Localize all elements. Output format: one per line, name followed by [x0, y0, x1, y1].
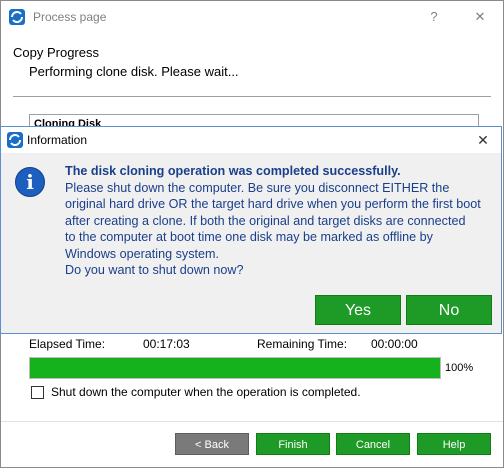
- dialog-message-line: after creating a clone. If both the orig…: [65, 213, 466, 228]
- shutdown-checkbox-label[interactable]: Shut down the computer when the operatio…: [51, 385, 361, 399]
- help-button[interactable]: Help: [417, 433, 491, 455]
- dialog-message-line: Please shut down the computer. Be sure y…: [65, 180, 450, 195]
- app-logo-icon: [7, 132, 23, 148]
- cancel-button[interactable]: Cancel: [336, 433, 410, 455]
- dialog-message-line: original hard drive OR the target hard d…: [65, 197, 481, 211]
- dialog-headline: The disk cloning operation was completed…: [65, 164, 401, 178]
- close-icon[interactable]: ✕: [457, 1, 503, 32]
- yes-button[interactable]: Yes: [315, 295, 401, 325]
- divider: [13, 96, 491, 97]
- dialog-title: Information: [27, 133, 88, 147]
- progress-fill: [30, 358, 440, 378]
- app-logo-icon: [9, 9, 25, 25]
- dialog-title-bar[interactable]: Information ✕: [1, 127, 501, 153]
- title-bar[interactable]: Process page ? ✕: [1, 1, 503, 32]
- no-button[interactable]: No: [406, 295, 492, 325]
- help-icon[interactable]: ?: [411, 1, 457, 32]
- shutdown-checkbox[interactable]: [31, 386, 44, 399]
- elapsed-time-label: Elapsed Time:: [29, 337, 106, 351]
- elapsed-time-value: 00:17:03: [143, 337, 190, 351]
- close-icon[interactable]: ✕: [465, 127, 501, 153]
- dialog-message: The disk cloning operation was completed…: [65, 163, 495, 279]
- progress-bar: [29, 357, 441, 379]
- dialog-question: Do you want to shut down now?: [65, 263, 244, 277]
- section-title: Copy Progress: [13, 45, 99, 60]
- window-title: Process page: [33, 10, 107, 24]
- remaining-time-value: 00:00:00: [371, 337, 418, 351]
- remaining-time-label: Remaining Time:: [257, 337, 348, 351]
- progress-percent: 100%: [445, 362, 474, 374]
- back-button[interactable]: < Back: [175, 433, 249, 455]
- footer-divider: [1, 421, 503, 422]
- information-dialog: Information ✕ i The disk cloning operati…: [0, 126, 502, 334]
- info-icon: i: [15, 167, 45, 197]
- finish-button[interactable]: Finish: [256, 433, 330, 455]
- dialog-message-line: Windows operating system.: [65, 246, 219, 261]
- status-text: Performing clone disk. Please wait...: [29, 64, 239, 79]
- dialog-message-line: to the computer at boot time one disk ma…: [65, 230, 433, 244]
